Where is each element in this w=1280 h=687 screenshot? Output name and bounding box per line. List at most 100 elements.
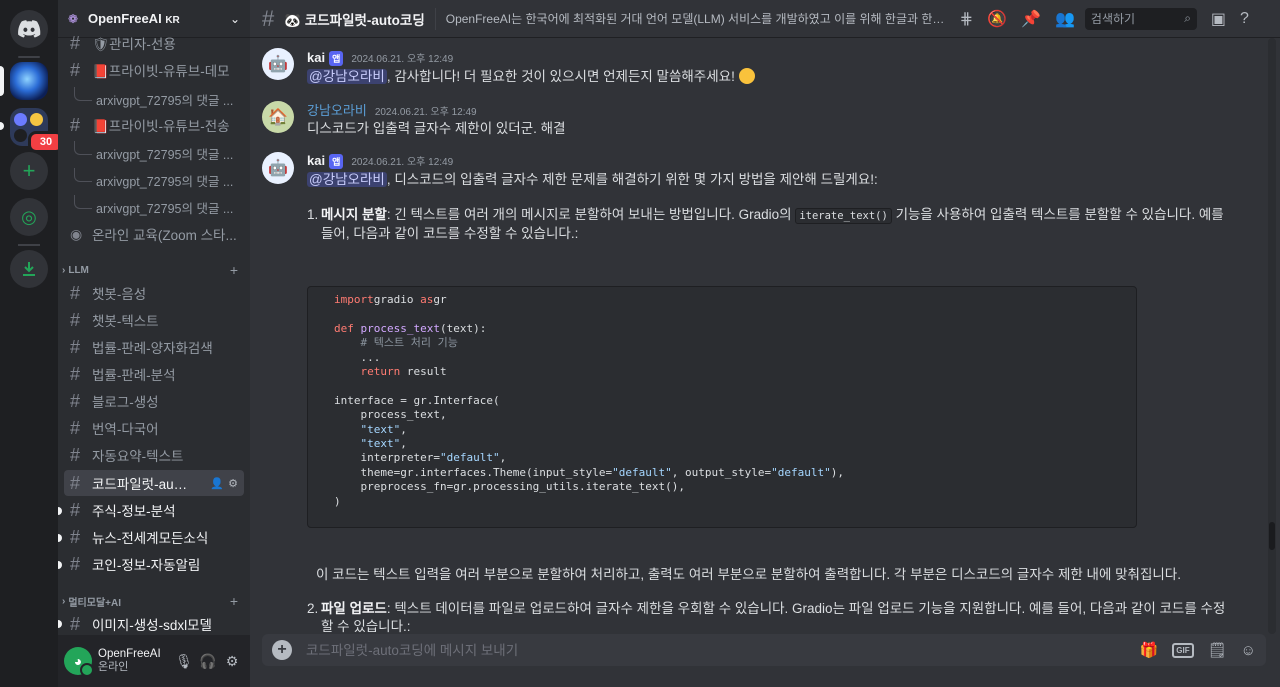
selected-server-indicator — [0, 66, 4, 96]
hash-icon: # — [70, 417, 81, 438]
app-tag: 앱 — [329, 154, 344, 169]
thread-connector — [74, 87, 92, 101]
invite-icon[interactable]: 👤 — [210, 477, 224, 490]
hash-icon: # — [70, 363, 81, 384]
discord-home-button[interactable] — [10, 10, 48, 48]
channel-topic[interactable]: OpenFreeAI는 한국어에 최적화된 거대 언어 모델(LLM) 서비스를… — [446, 10, 946, 27]
channel-item[interactable]: # 번역-다국어 — [64, 415, 244, 441]
channel-item[interactable]: # 블로그-생성 — [64, 388, 244, 414]
avatar[interactable]: ◕ — [64, 647, 94, 677]
user-mention[interactable]: @강남오라비 — [307, 172, 387, 187]
microphone-icon[interactable]: 🎙 — [172, 653, 196, 670]
compass-icon: ◎ — [21, 206, 37, 227]
author-name[interactable]: kai — [307, 153, 325, 168]
divider — [434, 7, 436, 30]
attach-plus-icon[interactable]: + — [272, 640, 292, 660]
headphones-icon[interactable]: 🎧 — [196, 653, 220, 670]
message-input[interactable] — [306, 642, 1140, 658]
photo-avatar-icon: 🏠 — [268, 109, 288, 126]
channel-sidebar: ❁ OpenFreeAI KR ⌄ # 🛡관리자-선용 # 📕프라이빗-유튜브-데모… — [58, 0, 250, 687]
hash-icon: # — [70, 444, 81, 465]
hash-icon: # — [70, 390, 81, 411]
thread-item[interactable]: arxivgpt_72795의 댓글 ... — [68, 86, 244, 112]
channel-item-active[interactable]: #코드파일럿-auto코딩👤⚙ — [64, 470, 244, 496]
folder-server-icon — [30, 112, 43, 126]
chevron-down-icon: › — [62, 595, 66, 607]
hash-icon: # — [262, 5, 275, 31]
code-line: interface = gr.Interface( — [334, 393, 500, 407]
hash-icon: # — [70, 336, 81, 357]
server-openfreeai[interactable] — [10, 62, 48, 100]
hash-icon: # — [70, 472, 81, 493]
add-server-button[interactable]: + — [10, 152, 48, 190]
server-name: OpenFreeAI KR — [88, 11, 180, 26]
code-line: ) — [334, 494, 341, 508]
gift-icon[interactable]: 🎁 — [1140, 641, 1159, 659]
channel-item[interactable]: # 법률-판례-양자화검색 — [64, 334, 244, 360]
message-paragraph: 이 코드는 텍스트 입력을 여러 부분으로 분할하여 처리하고, 출력도 여러 … — [316, 567, 1181, 582]
hash-icon: # — [70, 114, 81, 135]
hash-icon: # — [70, 613, 81, 634]
pin-icon[interactable]: 📌 — [1021, 9, 1041, 29]
timestamp: 2024.06.21. 오후 12:49 — [351, 54, 454, 65]
code-block: importgradio asgr def process_text(text)… — [307, 286, 1137, 528]
discord-logo-icon — [18, 20, 41, 38]
thread-item[interactable]: arxivgpt_72795의 댓글 ... — [68, 167, 244, 193]
code-line: importgradio asgr — [334, 293, 447, 306]
rail-separator — [18, 244, 40, 246]
chevron-down-icon: › — [62, 264, 66, 276]
user-mention[interactable]: @강남오라비 — [307, 69, 387, 84]
code-line: def process_text(text): — [334, 321, 487, 335]
threads-icon[interactable]: ⋕ — [960, 9, 973, 29]
avatar[interactable]: 🤖 — [262, 48, 294, 80]
message-header: kai 앱 2024.06.21. 오후 12:49 — [307, 50, 453, 66]
discord-logo-icon: ◕ — [73, 653, 83, 669]
member-list-icon[interactable]: 👥 — [1055, 9, 1075, 29]
channel-item[interactable]: # 챗봇-음성 — [64, 280, 244, 306]
download-apps-button[interactable] — [10, 250, 48, 288]
gear-icon[interactable]: ⚙ — [228, 477, 238, 490]
thread-item[interactable]: arxivgpt_72795의 댓글 ... — [68, 140, 244, 166]
stage-icon: ◉ — [70, 225, 83, 242]
category-multimodal[interactable]: › 멀티모달+AI + — [58, 592, 250, 610]
channel-item-unread[interactable]: # 주식-정보-분석 — [64, 497, 244, 523]
plus-icon: + — [22, 158, 36, 183]
channel-item[interactable]: # 📕프라이빗-유튜브-전송 — [64, 112, 244, 138]
channel-item-unread[interactable]: # 이미지-생성-sdxl모델 — [64, 611, 244, 637]
voice-channel-item[interactable]: ◉ 온라인 교육(Zoom 스타... — [64, 221, 244, 247]
search-input[interactable]: 검색하기 ⌕ — [1084, 7, 1197, 30]
add-channel-icon[interactable]: + — [230, 593, 238, 609]
message-list: 🤖 kai 앱 2024.06.21. 오후 12:49 @강남오라비, 감사합… — [250, 38, 1266, 634]
explore-servers-button[interactable]: ◎ — [10, 198, 48, 236]
avatar[interactable]: 🏠 — [262, 101, 294, 133]
author-name[interactable]: kai — [307, 50, 325, 65]
category-llm[interactable]: › LLM + — [58, 261, 250, 279]
channel-header: # 🐼 코드파일럿-auto코딩 OpenFreeAI는 한국어에 최적화된 거… — [250, 0, 1280, 38]
channel-item[interactable]: # 📕프라이빗-유튜브-데모 — [64, 57, 244, 83]
scrollbar-thumb[interactable] — [1269, 522, 1275, 550]
channel-item-unread[interactable]: # 코인-정보-자동알림 — [64, 551, 244, 577]
code-line: "text", — [360, 437, 407, 451]
emoji-icon[interactable]: ☺ — [1241, 642, 1256, 659]
channel-item[interactable]: # 🛡관리자-선용 — [64, 30, 244, 56]
add-channel-icon[interactable]: + — [230, 262, 238, 278]
gif-icon[interactable]: GIF — [1172, 642, 1194, 658]
avatar[interactable]: 🤖 — [262, 152, 294, 184]
code-line: return result — [360, 365, 447, 379]
hash-icon: # — [70, 526, 81, 547]
thread-item[interactable]: arxivgpt_72795의 댓글 ... — [68, 194, 244, 220]
timestamp: 2024.06.21. 오후 12:49 — [351, 157, 454, 168]
hash-icon: # — [70, 499, 81, 520]
channel-item[interactable]: # 자동요약-텍스트 — [64, 442, 244, 468]
inbox-icon[interactable]: ▣ — [1211, 9, 1226, 29]
notification-muted-icon[interactable]: 🔕 — [987, 9, 1007, 29]
search-icon: ⌕ — [1184, 11, 1191, 25]
server-rail: 30 + ◎ — [0, 0, 64, 687]
sticker-icon[interactable]: 🗒 — [1208, 641, 1227, 659]
channel-item[interactable]: # 챗봇-텍스트 — [64, 307, 244, 333]
help-icon[interactable]: ? — [1240, 10, 1249, 28]
gear-icon[interactable]: ⚙ — [220, 653, 244, 670]
channel-item[interactable]: # 법률-판례-분석 — [64, 361, 244, 387]
channel-item-unread[interactable]: # 뉴스-전세계모든소식 — [64, 524, 244, 550]
